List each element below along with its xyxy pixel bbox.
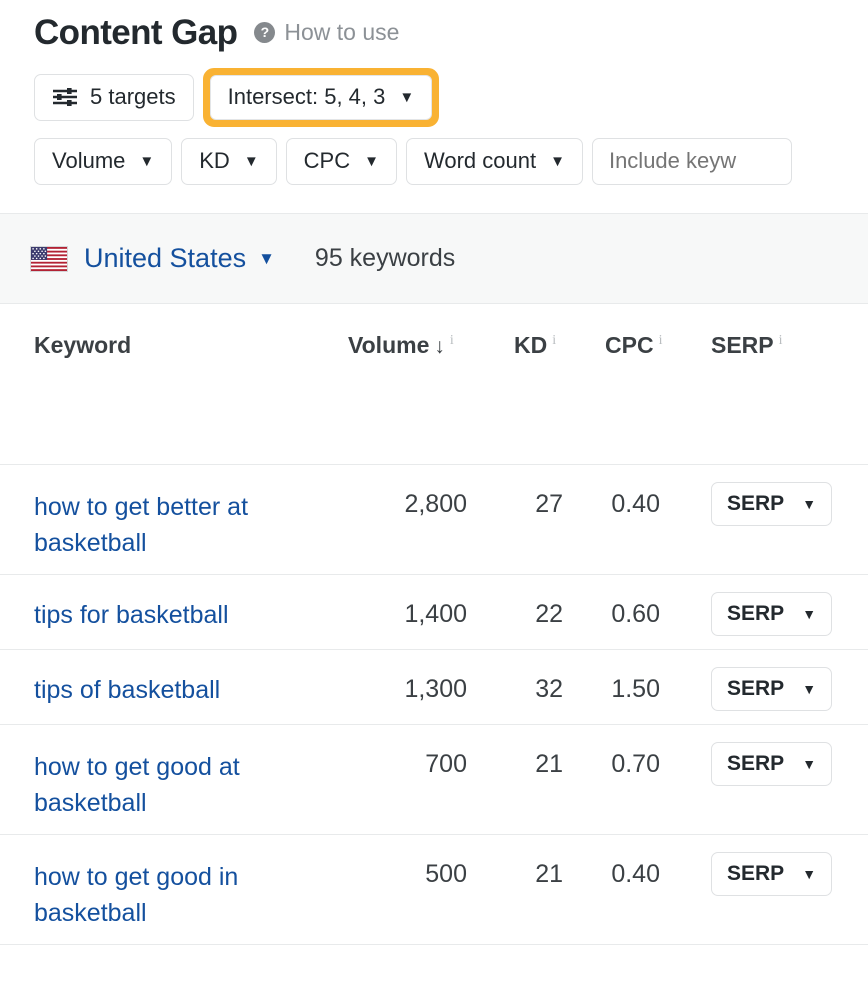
table-row: tips of basketball 1,300 32 1.50 SERP ▼ [0,650,868,725]
cpc-value: 0.40 [611,862,660,887]
column-header-kd-label: KD [514,332,547,358]
volume-value: 2,800 [404,492,467,517]
kd-value: 27 [535,492,563,517]
chevron-down-icon: ▼ [802,607,816,621]
filter-cpc-label: CPC [304,148,350,174]
chevron-down-icon: ▼ [550,154,565,169]
info-icon[interactable]: i [659,333,663,348]
serp-button-label: SERP [727,752,784,776]
chevron-down-icon: ▼ [802,867,816,881]
column-header-keyword[interactable]: Keyword [34,334,131,357]
column-header-serp-label: SERP [711,332,774,358]
country-bar: United States ▼ 95 keywords [0,214,868,304]
table-row: how to get good at basketball 700 21 0.7… [0,725,868,835]
keyword-link[interactable]: how to get good at basketball [34,749,324,821]
page-title: Content Gap [34,15,237,50]
cpc-value: 0.70 [611,752,660,777]
info-icon[interactable]: i [779,333,783,348]
info-icon[interactable]: i [450,333,454,348]
column-header-cpc[interactable]: CPC i [605,334,662,357]
serp-button-label: SERP [727,492,784,516]
intersect-button-label: Intersect: 5, 4, 3 [228,84,386,110]
kd-value: 32 [535,677,563,702]
chevron-down-icon: ▼ [399,90,414,105]
column-header-volume[interactable]: Volume↓ i [348,334,454,357]
filter-word-count-label: Word count [424,148,536,174]
column-header-serp[interactable]: SERP i [711,334,783,357]
filter-kd-label: KD [199,148,230,174]
question-mark-circle-icon[interactable]: ? [254,22,275,43]
country-selector-label[interactable]: United States [84,245,246,272]
cpc-value: 0.40 [611,492,660,517]
keyword-link[interactable]: how to get good in basketball [34,859,324,931]
serp-button-label: SERP [727,862,784,886]
serp-button[interactable]: SERP ▼ [711,482,832,526]
keyword-count: 95 keywords [315,246,455,271]
info-icon[interactable]: i [552,333,556,348]
page-header: Content Gap ? How to use [0,0,868,46]
table-header-row: Keyword Volume↓ i KD i CPC i SERP i [0,304,868,465]
targets-button-label: 5 targets [90,84,176,110]
table-row: tips for basketball 1,400 22 0.60 SERP ▼ [0,575,868,650]
volume-value: 1,300 [404,677,467,702]
serp-button[interactable]: SERP ▼ [711,742,832,786]
include-keywords-input[interactable] [592,138,792,185]
serp-button[interactable]: SERP ▼ [711,852,832,896]
toolbar-filters-row: Volume ▼ KD ▼ CPC ▼ Word count ▼ [0,136,868,186]
chevron-down-icon: ▼ [802,497,816,511]
keyword-link[interactable]: how to get better at basketball [34,489,324,561]
chevron-down-icon: ▼ [244,154,259,169]
column-header-keyword-label: Keyword [34,332,131,358]
keyword-link[interactable]: tips for basketball [34,597,324,633]
column-header-kd[interactable]: KD i [514,334,556,357]
column-header-volume-label: Volume [348,332,429,358]
volume-value: 1,400 [404,602,467,627]
chevron-down-icon[interactable]: ▼ [258,250,275,267]
targets-button[interactable]: 5 targets [34,74,194,121]
filter-volume-label: Volume [52,148,125,174]
chevron-down-icon: ▼ [364,154,379,169]
column-header-cpc-label: CPC [605,332,654,358]
us-flag-icon [30,246,68,272]
how-to-use-link[interactable]: How to use [284,21,399,44]
filter-cpc[interactable]: CPC ▼ [286,138,397,185]
chevron-down-icon: ▼ [802,682,816,696]
sliders-icon [52,87,78,107]
filter-word-count[interactable]: Word count ▼ [406,138,583,185]
table-row: how to get good in basketball 500 21 0.4… [0,835,868,945]
volume-value: 700 [425,752,467,777]
volume-value: 500 [425,862,467,887]
chevron-down-icon: ▼ [802,757,816,771]
keywords-table: Keyword Volume↓ i KD i CPC i SERP i how to g… [0,304,868,945]
filter-kd[interactable]: KD ▼ [181,138,276,185]
kd-value: 22 [535,602,563,627]
serp-button[interactable]: SERP ▼ [711,592,832,636]
intersect-button[interactable]: Intersect: 5, 4, 3 ▼ [210,75,433,120]
kd-value: 21 [535,752,563,777]
keyword-link[interactable]: tips of basketball [34,672,324,708]
serp-button-label: SERP [727,677,784,701]
chevron-down-icon: ▼ [139,154,154,169]
cpc-value: 0.60 [611,602,660,627]
table-row: how to get better at basketball 2,800 27… [0,465,868,575]
filter-volume[interactable]: Volume ▼ [34,138,172,185]
intersect-button-highlight: Intersect: 5, 4, 3 ▼ [203,68,440,127]
serp-button-label: SERP [727,602,784,626]
cpc-value: 1.50 [611,677,660,702]
kd-value: 21 [535,862,563,887]
serp-button[interactable]: SERP ▼ [711,667,832,711]
toolbar-primary-row: 5 targets Intersect: 5, 4, 3 ▼ [0,72,868,122]
sort-descending-icon: ↓ [434,335,445,358]
